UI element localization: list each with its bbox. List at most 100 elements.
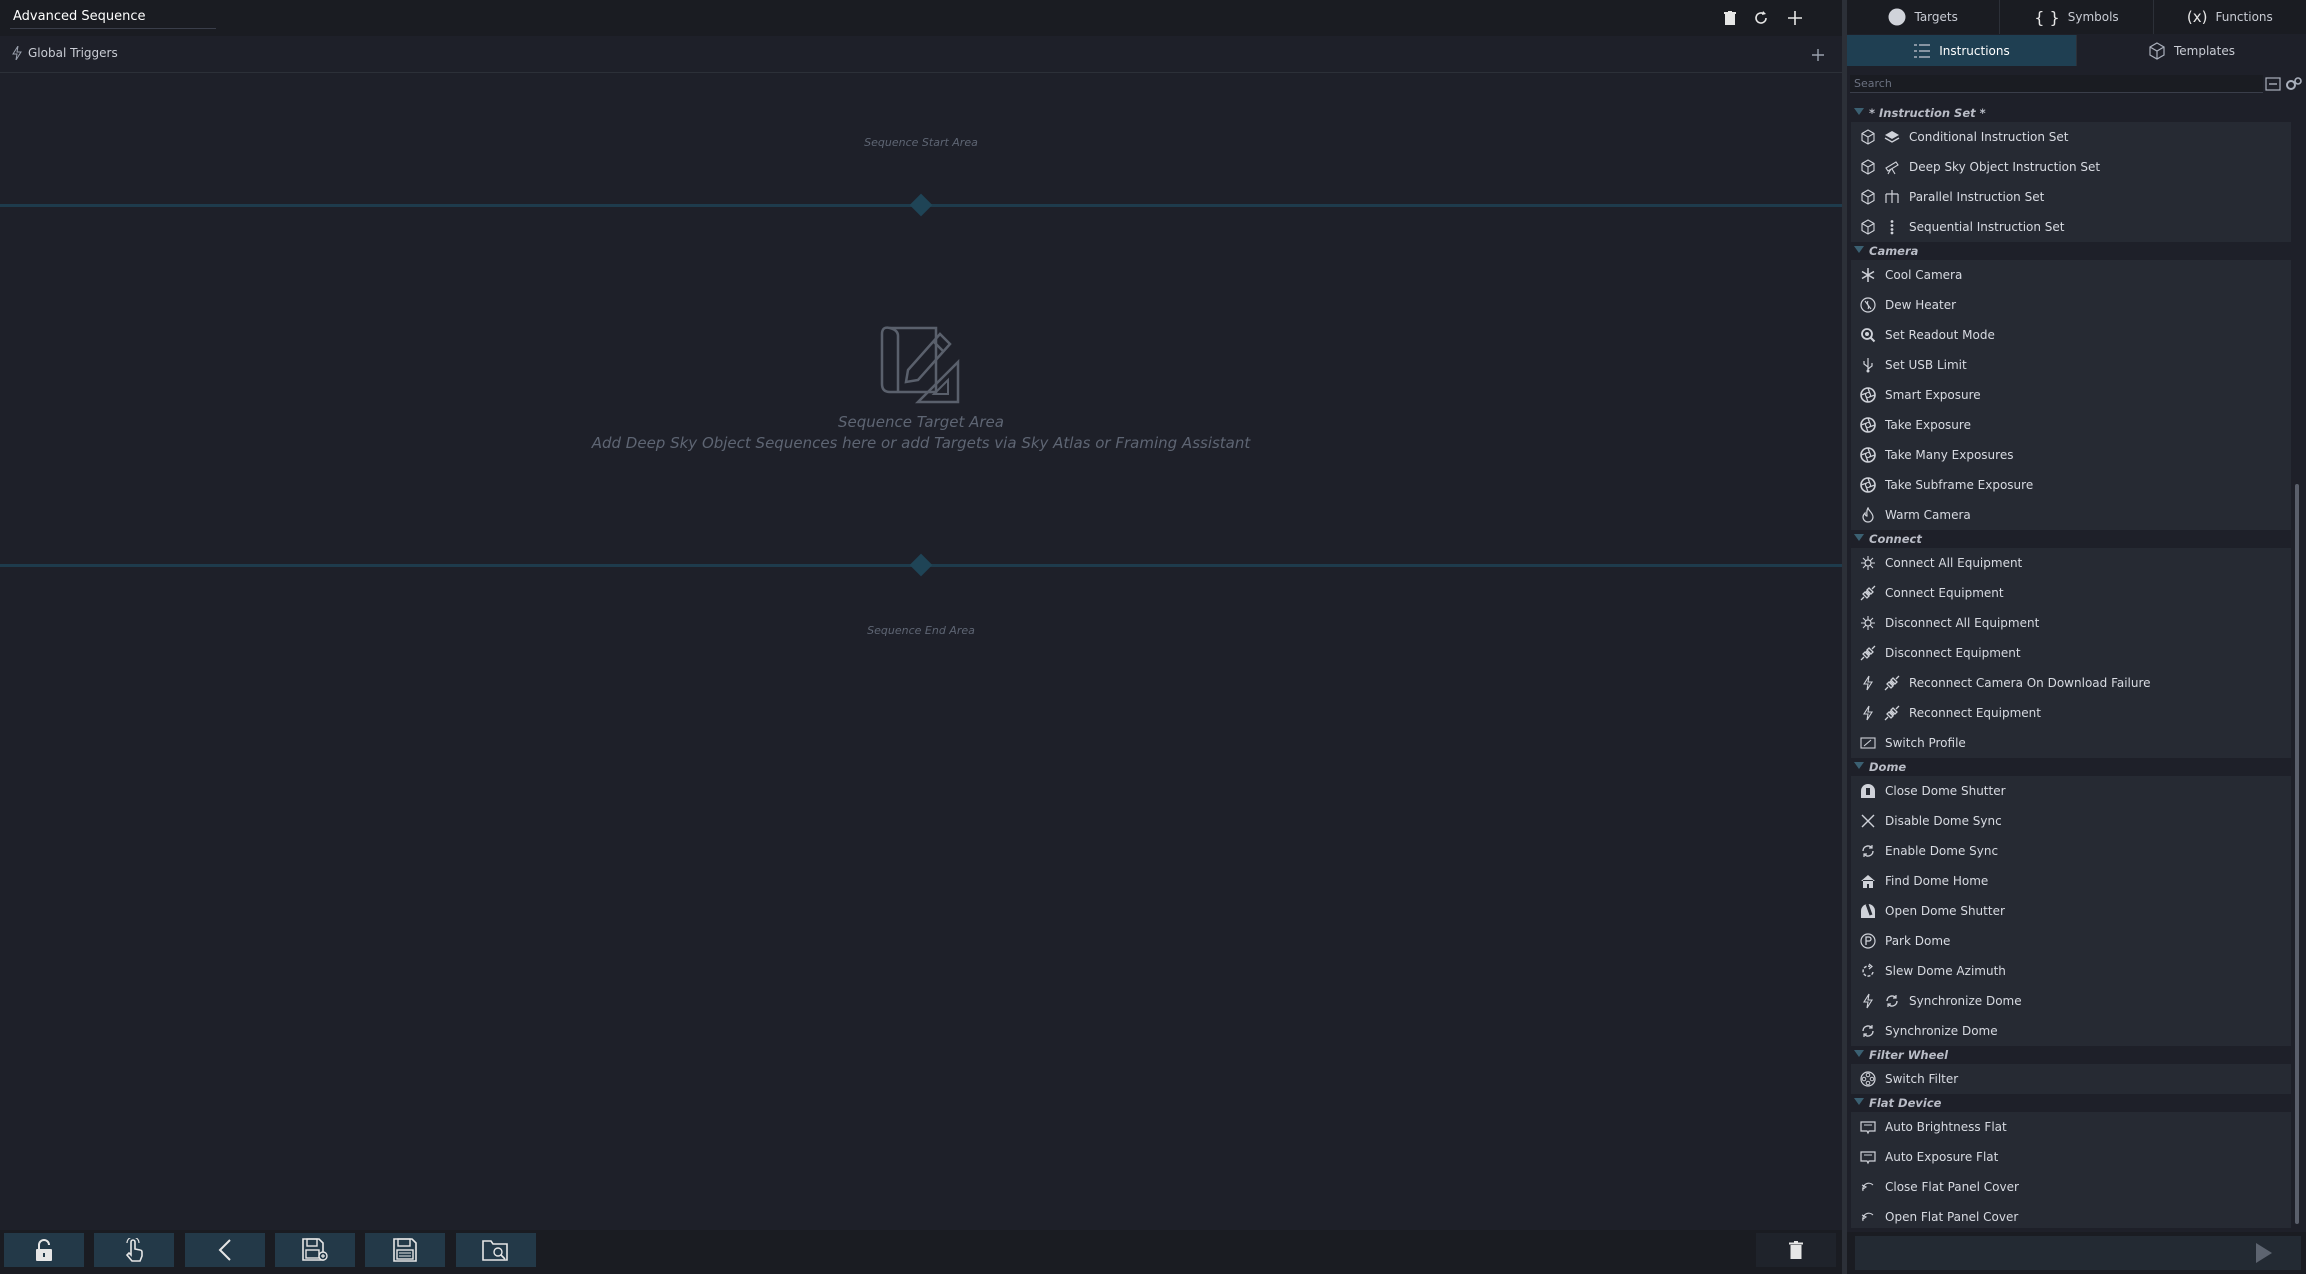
layers-icon	[1883, 128, 1901, 146]
category-header[interactable]: Camera	[1847, 242, 2291, 260]
lightning-icon	[12, 46, 22, 60]
instruction-label: Reconnect Camera On Download Failure	[1909, 676, 2151, 690]
save-plus-icon	[302, 1238, 328, 1262]
collapse-all-icon[interactable]	[2265, 76, 2281, 92]
instruction-item[interactable]: Auto Brightness Flat	[1851, 1112, 2291, 1142]
instruction-item[interactable]: Switch Filter	[1851, 1064, 2291, 1094]
category-header[interactable]: Dome	[1847, 758, 2291, 776]
global-triggers-bar: Global Triggers	[0, 37, 1842, 73]
save-icon	[393, 1238, 417, 1262]
category-header[interactable]: Flat Device	[1847, 1094, 2291, 1112]
search-row	[1847, 72, 2306, 96]
instruction-item[interactable]: Deep Sky Object Instruction Set	[1851, 152, 2291, 182]
bottom-tabs: Instructions Templates	[1847, 35, 2306, 66]
instruction-label: Take Many Exposures	[1885, 448, 2014, 462]
instruction-item[interactable]: Dew Heater	[1851, 290, 2291, 320]
instruction-label: Disconnect All Equipment	[1885, 616, 2040, 630]
back-button[interactable]	[185, 1233, 265, 1267]
instruction-item[interactable]: Close Dome Shutter	[1851, 776, 2291, 806]
instruction-label: Deep Sky Object Instruction Set	[1909, 160, 2101, 174]
touch-button[interactable]	[94, 1233, 174, 1267]
instruction-item[interactable]: Disconnect All Equipment	[1851, 608, 2291, 638]
instruction-item[interactable]: Set Readout Mode	[1851, 320, 2291, 350]
instruction-item[interactable]: Synchronize Dome	[1851, 1016, 2291, 1046]
instruction-label: Auto Brightness Flat	[1885, 1120, 2007, 1134]
clear-sequence-button[interactable]	[1756, 1233, 1836, 1267]
start-sequence-button[interactable]	[1855, 1236, 2301, 1270]
instruction-item[interactable]: Open Flat Panel Cover	[1851, 1202, 2291, 1228]
instruction-item[interactable]: Connect All Equipment	[1851, 548, 2291, 578]
open-button[interactable]	[456, 1233, 536, 1267]
run-bar	[1847, 1232, 2306, 1274]
instruction-list-scrollbar[interactable]	[2293, 104, 2301, 1228]
instruction-label: Park Dome	[1885, 934, 1951, 948]
instruction-label: Switch Profile	[1885, 736, 1966, 750]
instruction-item[interactable]: Conditional Instruction Set	[1851, 122, 2291, 152]
braces-icon: { }	[2034, 7, 2060, 27]
tab-label: Templates	[2173, 43, 2235, 58]
refresh-icon[interactable]	[1749, 6, 1773, 30]
instruction-item[interactable]: Warm Camera	[1851, 500, 2291, 530]
instruction-item[interactable]: Take Many Exposures	[1851, 440, 2291, 470]
category-header[interactable]: * Instruction Set *	[1847, 104, 2291, 122]
instruction-label: Switch Filter	[1885, 1072, 1959, 1086]
save-as-template-button[interactable]	[275, 1233, 355, 1267]
instruction-item[interactable]: Disable Dome Sync	[1851, 806, 2291, 836]
lightning-icon	[1859, 704, 1877, 722]
scrollbar-thumb[interactable]	[2295, 484, 2299, 1224]
top-tabs: Targets { } Symbols (x) Functions	[1847, 0, 2306, 34]
tab-symbols[interactable]: { } Symbols	[2000, 0, 2154, 34]
instruction-item[interactable]: Synchronize Dome	[1851, 986, 2291, 1016]
instruction-item[interactable]: Reconnect Equipment	[1851, 698, 2291, 728]
instruction-item[interactable]: Set USB Limit	[1851, 350, 2291, 380]
tab-functions[interactable]: (x) Functions	[2154, 0, 2306, 34]
instruction-item[interactable]: Auto Exposure Flat	[1851, 1142, 2291, 1172]
instruction-item[interactable]: Slew Dome Azimuth	[1851, 956, 2291, 986]
add-icon[interactable]	[1783, 6, 1807, 30]
instruction-item[interactable]: Close Flat Panel Cover	[1851, 1172, 2291, 1202]
end-area-handle[interactable]	[909, 553, 933, 577]
add-trigger-icon[interactable]	[1806, 43, 1830, 67]
function-x-icon: (x)	[2186, 8, 2208, 26]
cube-icon	[1859, 128, 1877, 146]
plug-icon	[1883, 674, 1901, 692]
tab-templates[interactable]: Templates	[2077, 35, 2306, 66]
instruction-label: Connect Equipment	[1885, 586, 2004, 600]
instruction-item[interactable]: Find Dome Home	[1851, 866, 2291, 896]
sequence-name-input[interactable]	[10, 4, 216, 29]
trash-icon[interactable]	[1718, 6, 1742, 30]
instruction-item[interactable]: Enable Dome Sync	[1851, 836, 2291, 866]
instruction-item[interactable]: Parallel Instruction Set	[1851, 182, 2291, 212]
save-button[interactable]	[365, 1233, 445, 1267]
instruction-item[interactable]: Switch Profile	[1851, 728, 2291, 758]
instruction-item[interactable]: Take Exposure	[1851, 410, 2291, 440]
start-area-label: Sequence Start Area	[864, 136, 978, 149]
tab-label: Instructions	[1939, 43, 2010, 58]
instruction-item[interactable]: Cool Camera	[1851, 260, 2291, 290]
instruction-item[interactable]: Sequential Instruction Set	[1851, 212, 2291, 242]
global-triggers-label: Global Triggers	[28, 46, 118, 60]
unlock-icon	[34, 1239, 54, 1261]
unlock-button[interactable]	[4, 1233, 84, 1267]
instruction-item[interactable]: Reconnect Camera On Download Failure	[1851, 668, 2291, 698]
tab-instructions[interactable]: Instructions	[1847, 35, 2077, 66]
tab-targets[interactable]: Targets	[1847, 0, 2001, 34]
settings-gears-icon[interactable]	[2285, 76, 2303, 92]
search-input[interactable]	[1850, 75, 2263, 93]
instruction-item[interactable]: Connect Equipment	[1851, 578, 2291, 608]
instruction-item[interactable]: Open Dome Shutter	[1851, 896, 2291, 926]
instruction-item[interactable]: Park Dome	[1851, 926, 2291, 956]
instruction-item[interactable]: Take Subframe Exposure	[1851, 470, 2291, 500]
instruction-label: Warm Camera	[1885, 508, 1971, 522]
instruction-label: Find Dome Home	[1885, 874, 1989, 888]
instruction-item[interactable]: Smart Exposure	[1851, 380, 2291, 410]
category-header[interactable]: Connect	[1847, 530, 2291, 548]
instruction-label: Close Flat Panel Cover	[1885, 1180, 2019, 1194]
instruction-item[interactable]: Disconnect Equipment	[1851, 638, 2291, 668]
sync-icon	[1859, 842, 1877, 860]
plug-icon	[1859, 644, 1877, 662]
blueprint-pencil-icon	[878, 322, 962, 406]
plug-icon	[1859, 584, 1877, 602]
start-area-handle[interactable]	[909, 193, 933, 217]
category-header[interactable]: Filter Wheel	[1847, 1046, 2291, 1064]
